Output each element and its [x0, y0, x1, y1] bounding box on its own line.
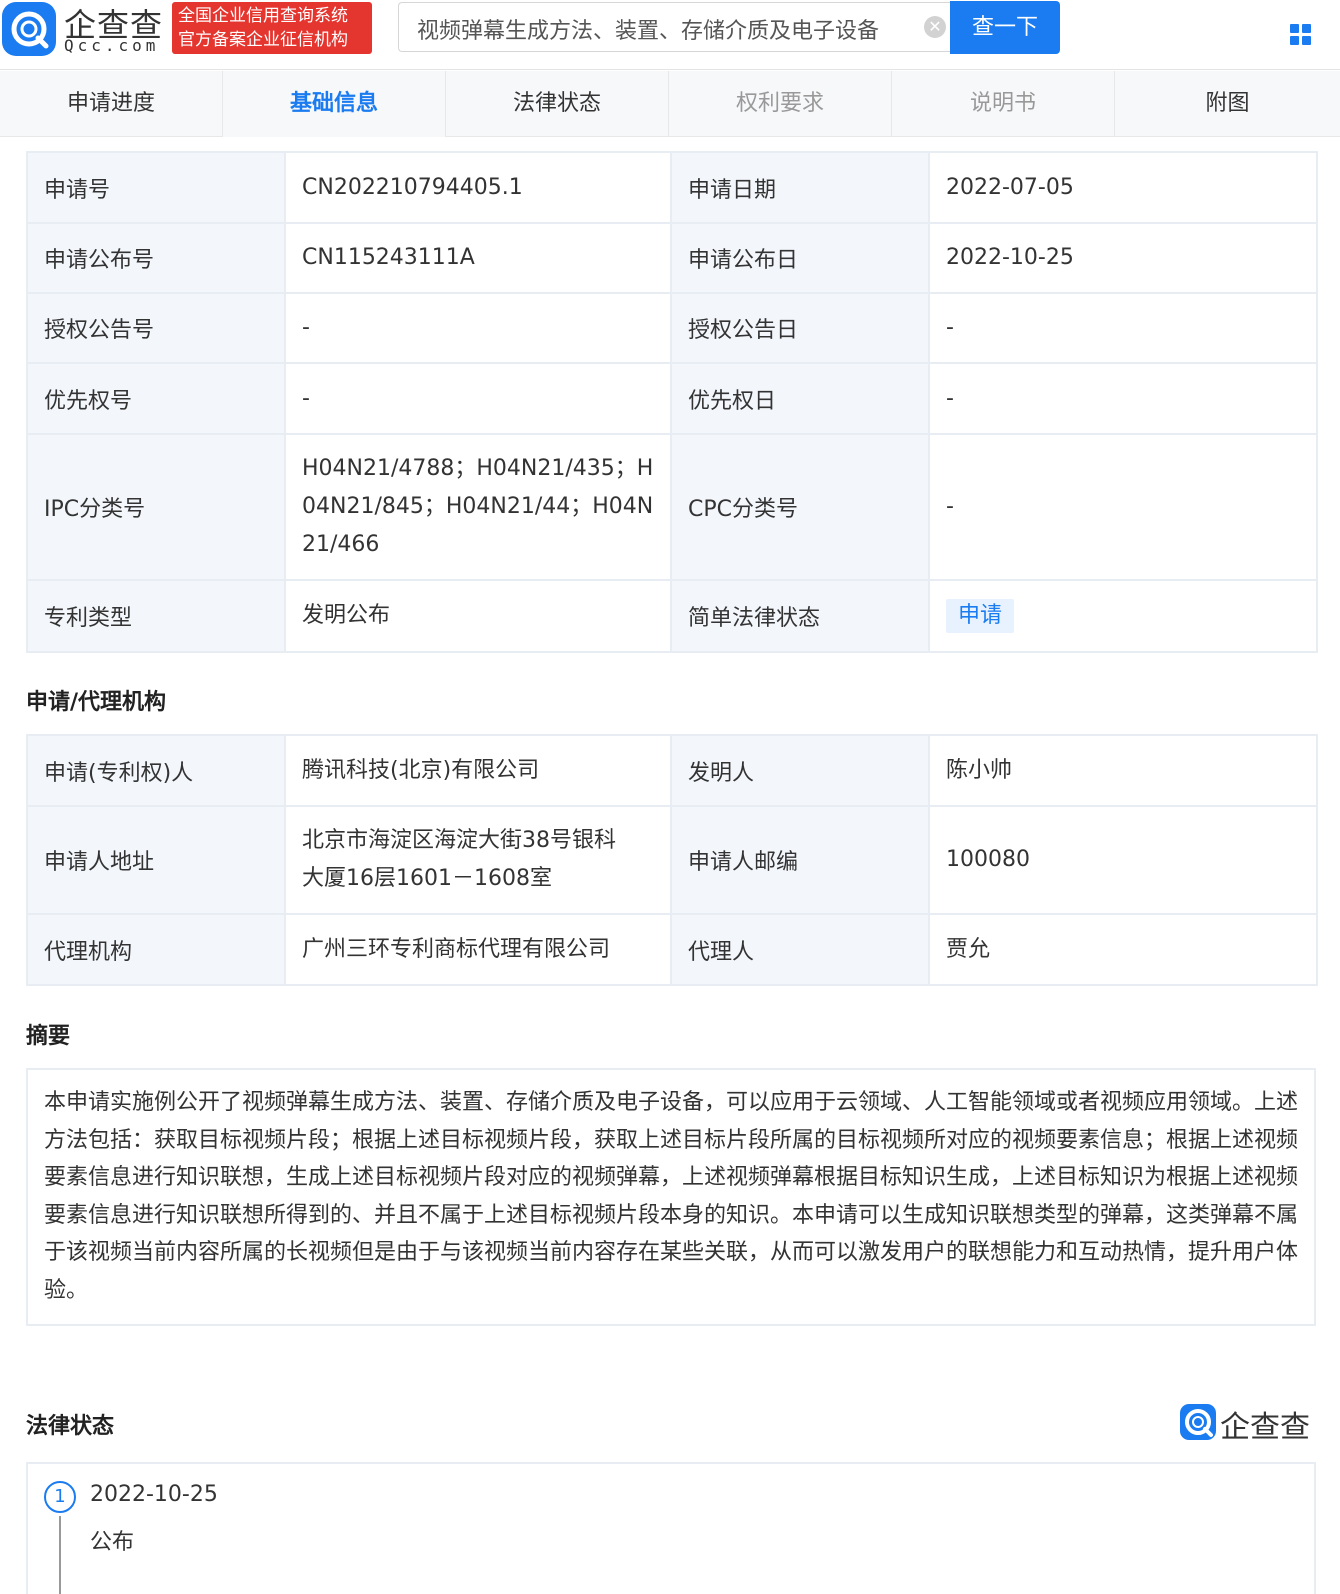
search-button[interactable]: 查一下: [950, 1, 1060, 54]
tab-claims[interactable]: 权利要求: [669, 71, 892, 137]
detail-tabs: 申请进度 基础信息 法律状态 权利要求 说明书 附图: [0, 71, 1340, 137]
badge-line-2: 官方备案企业征信机构: [178, 30, 348, 50]
zip-code: 100080: [928, 805, 1318, 915]
priority-date-label: 优先权日: [670, 362, 930, 435]
ipc-line-2: 04N21/845；H04N21/44；H04N: [302, 494, 654, 519]
table-row: 申请公布号 CN115243111A 申请公布日 2022-10-25: [26, 222, 1318, 294]
timeline-event: 公布: [90, 1530, 135, 1555]
table-row: 授权公告号 - 授权公告日 -: [26, 292, 1318, 364]
table-row: IPC分类号 H04N21/4788；H04N21/435；H 04N21/84…: [26, 433, 1318, 581]
cpc-value: -: [928, 433, 1318, 581]
cpc-label: CPC分类号: [670, 433, 930, 581]
publication-number: CN115243111A: [284, 222, 672, 294]
status-badge: 申请: [946, 599, 1015, 633]
agency-label: 代理机构: [26, 913, 286, 986]
priority-number-label: 优先权号: [26, 362, 286, 435]
ipc-value: H04N21/4788；H04N21/435；H 04N21/845；H04N2…: [284, 433, 672, 581]
timeline-step-number: 1: [44, 1481, 76, 1513]
address-label: 申请人地址: [26, 805, 286, 915]
timeline-line: [59, 1516, 61, 1594]
legal-status-cell: 申请: [928, 579, 1318, 653]
address-line-1: 北京市海淀区海淀大街38号银科: [302, 828, 616, 853]
tab-drawings[interactable]: 附图: [1115, 71, 1340, 137]
timeline-date: 2022-10-25: [90, 1482, 218, 1507]
grant-date-label: 授权公告日: [670, 292, 930, 364]
clear-icon[interactable]: ✕: [924, 16, 946, 38]
patent-type: 发明公布: [284, 579, 672, 653]
qcc-small-logo-icon: [1180, 1404, 1216, 1440]
agency-section-title: 申请/代理机构: [26, 690, 167, 715]
credit-badge[interactable]: 全国企业信用查询系统 官方备案企业征信机构: [172, 2, 372, 54]
table-row: 申请(专利权)人 腾讯科技(北京)有限公司 发明人 陈小帅: [26, 734, 1318, 807]
table-row: 申请人地址 北京市海淀区海淀大街38号银科 大厦16层1601－1608室 申请…: [26, 805, 1318, 915]
tab-legal-status[interactable]: 法律状态: [446, 71, 669, 137]
agency-link[interactable]: 广州三环专利商标代理有限公司: [284, 913, 672, 986]
agent-label: 代理人: [670, 913, 930, 986]
agency-table: 申请(专利权)人 腾讯科技(北京)有限公司 发明人 陈小帅 申请人地址 北京市海…: [26, 734, 1318, 986]
qcc-logo-icon[interactable]: [2, 2, 56, 56]
tab-basic-info[interactable]: 基础信息: [223, 71, 446, 137]
abstract-text: 本申请实施例公开了视频弹幕生成方法、装置、存储介质及电子设备，可以应用于云领域、…: [26, 1068, 1316, 1326]
publication-number-label: 申请公布号: [26, 222, 286, 294]
application-date-label: 申请日期: [670, 151, 930, 224]
application-number: CN202210794405.1: [284, 151, 672, 224]
application-date: 2022-07-05: [928, 151, 1318, 224]
qcc-watermark-text: 企查查: [1220, 1410, 1310, 1445]
legal-section-title: 法律状态: [26, 1414, 115, 1439]
search-input[interactable]: 视频弹幕生成方法、装置、存储介质及电子设备 ✕: [398, 2, 950, 52]
ipc-label: IPC分类号: [26, 433, 286, 581]
grant-number-label: 授权公告号: [26, 292, 286, 364]
publication-date: 2022-10-25: [928, 222, 1318, 294]
legal-status-label: 简单法律状态: [670, 579, 930, 653]
abstract-title: 摘要: [26, 1024, 71, 1049]
top-header: 企查查 Qcc.com 全国企业信用查询系统 官方备案企业征信机构 视频弹幕生成…: [0, 0, 1340, 70]
table-row: 代理机构 广州三环专利商标代理有限公司 代理人 贾允: [26, 913, 1318, 986]
priority-number: -: [284, 362, 672, 435]
address-line-2: 大厦16层1601－1608室: [302, 866, 552, 891]
applicant-link[interactable]: 腾讯科技(北京)有限公司: [284, 734, 672, 807]
inventor-label: 发明人: [670, 734, 930, 807]
grant-date: -: [928, 292, 1318, 364]
grant-number: -: [284, 292, 672, 364]
tab-description[interactable]: 说明书: [892, 71, 1115, 137]
table-row: 专利类型 发明公布 简单法律状态 申请: [26, 579, 1318, 653]
applicant-label: 申请(专利权)人: [26, 734, 286, 807]
search-input-value[interactable]: 视频弹幕生成方法、装置、存储介质及电子设备: [417, 13, 879, 45]
ipc-line-1: H04N21/4788；H04N21/435；H: [302, 456, 654, 481]
basic-info-table: 申请号 CN202210794405.1 申请日期 2022-07-05 申请公…: [26, 151, 1318, 653]
table-row: 优先权号 - 优先权日 -: [26, 362, 1318, 435]
inventor: 陈小帅: [928, 734, 1318, 807]
legal-timeline: 1 2022-10-25 公布: [26, 1462, 1316, 1594]
application-number-label: 申请号: [26, 151, 286, 224]
table-row: 申请号 CN202210794405.1 申请日期 2022-07-05: [26, 151, 1318, 224]
zip-label: 申请人邮编: [670, 805, 930, 915]
agent-name: 贾允: [928, 913, 1318, 986]
qcc-watermark-logo: 企查查: [1180, 1402, 1320, 1445]
brand-domain: Qcc.com: [64, 36, 160, 55]
badge-line-1: 全国企业信用查询系统: [178, 6, 348, 26]
priority-date: -: [928, 362, 1318, 435]
address-value: 北京市海淀区海淀大街38号银科 大厦16层1601－1608室: [284, 805, 672, 915]
app-grid-icon[interactable]: [1290, 24, 1312, 46]
patent-type-label: 专利类型: [26, 579, 286, 653]
tab-progress[interactable]: 申请进度: [0, 71, 223, 137]
publication-date-label: 申请公布日: [670, 222, 930, 294]
ipc-line-3: 21/466: [302, 532, 380, 557]
